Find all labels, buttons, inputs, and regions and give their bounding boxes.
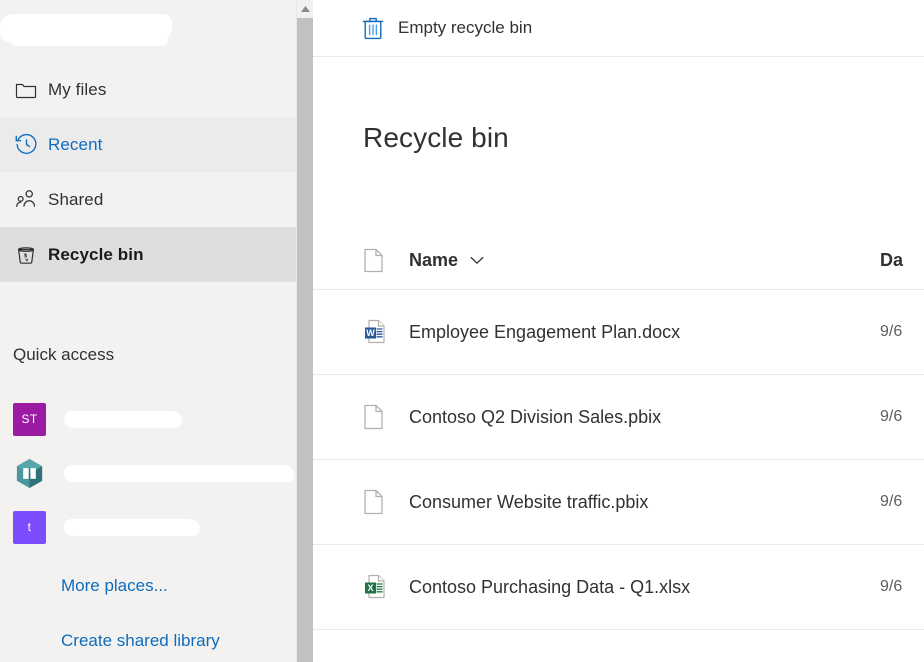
history-clock-icon [14, 132, 48, 157]
scrollbar-thumb[interactable] [297, 18, 313, 662]
sidebar-item-label: Recycle bin [48, 245, 144, 265]
page-title: Recycle bin [363, 122, 509, 154]
trash-icon [362, 16, 384, 40]
file-date: 9/6 [880, 578, 924, 596]
site-tile-initials: t [28, 520, 32, 534]
chevron-down-icon [470, 256, 484, 265]
svg-text:X: X [367, 583, 373, 593]
create-shared-library-link[interactable]: Create shared library [0, 613, 313, 662]
sidebar: My files Recent [0, 0, 313, 662]
file-name: Contoso Purchasing Data - Q1.xlsx [409, 577, 880, 598]
generic-file-icon [363, 404, 409, 430]
table-row[interactable]: Contoso Q2 Division Sales.pbix 9/6 [313, 375, 924, 460]
sidebar-item-my-files[interactable]: My files [0, 62, 313, 117]
empty-recycle-bin-button[interactable]: Empty recycle bin [362, 16, 532, 40]
empty-recycle-bin-label: Empty recycle bin [398, 18, 532, 38]
quick-access-item-library[interactable] [0, 446, 313, 500]
quick-access-heading: Quick access [13, 345, 114, 365]
file-date: 9/6 [880, 323, 924, 341]
sidebar-item-recent[interactable]: Recent [0, 117, 313, 172]
word-document-icon: W [363, 318, 409, 346]
quick-access-label-redaction [64, 465, 294, 482]
column-header-name[interactable]: Name [409, 250, 880, 271]
file-name: Consumer Website traffic.pbix [409, 492, 880, 513]
quick-access-item-st[interactable]: ST [0, 392, 313, 446]
command-bar: Empty recycle bin [313, 0, 924, 57]
people-icon [14, 187, 48, 212]
recycle-bin-icon [14, 243, 48, 267]
file-type-icon [363, 248, 409, 273]
quick-access-label-redaction [64, 411, 182, 428]
site-tile-st: ST [13, 403, 46, 436]
generic-file-icon [363, 489, 409, 515]
sidebar-links: More places... Create shared library [0, 558, 313, 662]
scroll-up-icon[interactable] [297, 0, 313, 17]
file-date: 9/6 [880, 493, 924, 511]
excel-document-icon: X [363, 573, 409, 601]
column-header-date[interactable]: Da [880, 250, 924, 271]
onedrive-recycle-bin-page: My files Recent [0, 0, 924, 662]
column-header-name-label: Name [409, 250, 458, 271]
sidebar-item-label: Recent [48, 135, 102, 155]
svg-text:W: W [366, 328, 375, 338]
file-name: Contoso Q2 Division Sales.pbix [409, 407, 880, 428]
site-tile-hexagon [13, 457, 46, 490]
sidebar-item-label: My files [48, 80, 106, 100]
file-date: 9/6 [880, 408, 924, 426]
folder-icon [14, 78, 48, 102]
quick-access-label-redaction [64, 519, 200, 536]
sidebar-item-recycle-bin[interactable]: Recycle bin [0, 227, 313, 282]
quick-access-list: ST t [0, 392, 313, 554]
more-places-link[interactable]: More places... [0, 558, 313, 613]
sidebar-item-shared[interactable]: Shared [0, 172, 313, 227]
site-tile-t: t [13, 511, 46, 544]
main-content: Empty recycle bin Recycle bin Name [313, 0, 924, 662]
quick-access-item-t[interactable]: t [0, 500, 313, 554]
file-name: Employee Engagement Plan.docx [409, 322, 880, 343]
table-header-row: Name Da [313, 232, 924, 290]
book-icon [13, 457, 46, 490]
sidebar-item-label: Shared [48, 190, 103, 210]
sidebar-nav-list: My files Recent [0, 62, 313, 282]
site-tile-initials: ST [22, 412, 38, 426]
table-row[interactable]: W Employee Engagement Plan.docx 9/6 [313, 290, 924, 375]
account-name-redaction [0, 14, 172, 42]
table-row[interactable]: Consumer Website traffic.pbix 9/6 [313, 460, 924, 545]
table-row[interactable]: X Contoso Purchasing Data - Q1.xlsx 9/6 [313, 545, 924, 630]
sidebar-divider [0, 281, 313, 282]
recycle-bin-file-table: Name Da W [313, 232, 924, 630]
sidebar-scrollbar[interactable] [296, 0, 313, 662]
